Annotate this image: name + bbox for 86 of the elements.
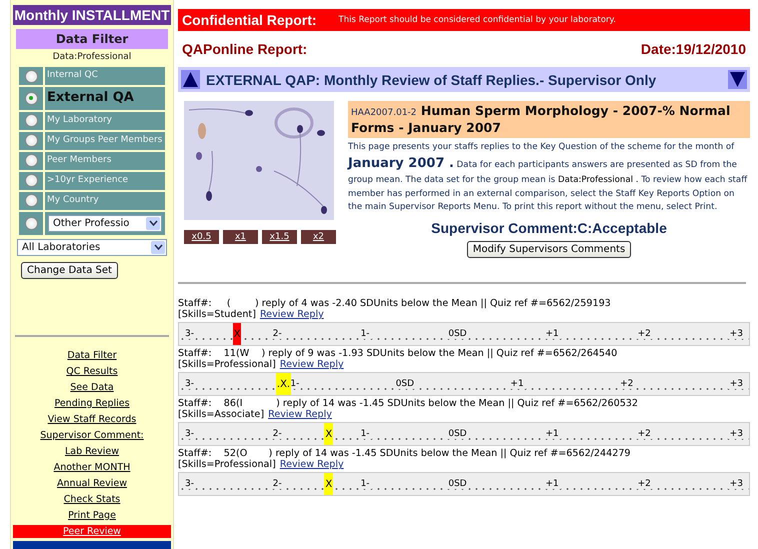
scale-tick: 0SD <box>446 329 469 340</box>
reply-marker: X <box>324 423 334 446</box>
supervisor-comment: Supervisor Comment:C:Acceptable <box>430 220 668 236</box>
skills-label: [Skills=Associate] <box>178 409 264 420</box>
radio-button[interactable] <box>24 134 38 148</box>
scale-tick: +1 <box>544 329 561 340</box>
zoom-button[interactable]: x0.5 <box>184 230 219 244</box>
radio-button[interactable] <box>24 92 38 105</box>
reply-summary: Staff#: 11(W ) reply of 9 was -1.93 SDUnits below the Mean || Quiz ref #=6562/264540 <box>178 348 618 360</box>
menu-link[interactable]: Check Stats <box>13 493 171 506</box>
modify-comments-button[interactable]: Modify Supervisors Comments <box>466 241 632 258</box>
banner-message: This Report should be considered confidential by your laboratory. <box>338 15 616 25</box>
test-heading: HAA2007.01-2 Human Sperm Morphology - 2007-% Normal Forms - January 2007 <box>348 101 750 138</box>
data-set-label: Data:Professional <box>52 52 132 62</box>
banner-title: Confidential Report: <box>182 12 317 28</box>
menu-link[interactable]: See Data <box>13 381 171 394</box>
section-title: EXTERNAL QAP: Monthly Review of Staff Replies.- Supervisor Only <box>206 72 658 88</box>
scale-tick: 1- <box>358 329 372 340</box>
reply-marker: .X. <box>276 373 292 396</box>
scale-tick: +2 <box>618 379 636 390</box>
menu-link[interactable]: View Staff Records <box>13 413 171 426</box>
caret-icon <box>146 216 160 230</box>
review-reply-link[interactable]: Review Reply <box>260 309 324 320</box>
reply-marker: X <box>232 323 242 346</box>
review-reply-link[interactable]: Review Reply <box>280 359 344 370</box>
scale-tick: 3- <box>183 429 196 440</box>
description: This page presents your staffs replies to the Key Question of the scheme for the month of January 2007 . Data for each participants answers are presented as SD from the group mean. The data set for the group mean is Data:Professional . To review how each staff member has performed in an external comparison, select the Staff Key Reports Option on the main Supervisor Reports Menu. To print this report without the menu, select Print. <box>348 140 748 214</box>
menu-link[interactable]: Data Filter <box>13 349 171 362</box>
scale-tick: +3 <box>728 329 745 340</box>
zoom-button[interactable]: x1 <box>223 230 258 244</box>
radio-button[interactable] <box>24 216 38 230</box>
review-reply-link[interactable]: Review Reply <box>280 459 344 470</box>
scale-tick: 1- <box>358 429 372 440</box>
filter-option-label[interactable]: External QA <box>45 87 165 110</box>
up-triangle-icon[interactable] <box>181 70 200 89</box>
caret-icon <box>151 240 165 254</box>
skills-label: [Skills=Student] <box>178 309 256 320</box>
scale-tick: 0SD <box>394 379 416 390</box>
zoom-button[interactable]: x2 <box>301 230 336 244</box>
report-date: Date:19/12/2010 <box>640 41 746 57</box>
scale-tick: +2 <box>636 329 653 340</box>
menu-link[interactable]: Lab Review <box>13 445 171 458</box>
scale-tick: 3- <box>183 379 196 390</box>
scale-tick: +1 <box>508 379 526 390</box>
reply-summary: Staff#: 86(I ) reply of 14 was -1.45 SDUnits below the Mean || Quiz ref #=6562/260532 <box>178 398 640 410</box>
zoom-button[interactable]: x1.5 <box>262 230 297 244</box>
menu-link[interactable]: Pending Replies <box>13 397 171 410</box>
scale-tick: 2- <box>270 429 284 440</box>
radio-button[interactable] <box>24 154 38 168</box>
reply-summary: Staff#: ( ) reply of 4 was -2.40 SDUnits below the Mean || Quiz ref #=6562/259193 <box>178 298 612 310</box>
scale-tick: +1 <box>544 429 561 440</box>
skills-label: [Skills=Professional] <box>178 359 276 370</box>
menu-link[interactable]: Another MONTH <box>13 461 171 474</box>
scale-tick: +1 <box>544 479 561 490</box>
scale-tick: +3 <box>728 429 745 440</box>
skills-label: [Skills=Professional] <box>178 459 276 470</box>
filter-title: Data Filter <box>16 29 168 49</box>
menu-link[interactable]: Annual Review <box>13 477 171 490</box>
radio-button[interactable] <box>24 70 38 82</box>
down-triangle-icon[interactable] <box>728 70 747 89</box>
radio-button[interactable] <box>24 174 38 188</box>
scale-tick: 1- <box>358 479 372 490</box>
reply-marker: X <box>324 473 334 496</box>
scale-tick: 2- <box>270 479 284 490</box>
radio-button[interactable] <box>24 114 38 128</box>
profession-select[interactable]: Other Professio <box>48 214 162 232</box>
scale-tick: +2 <box>636 479 653 490</box>
menu-title: Monthly INSTALLMENT <box>13 5 171 25</box>
radio-button[interactable] <box>24 194 38 208</box>
menu-link[interactable]: QC Results <box>13 365 171 378</box>
report-title: QAPonline Report: <box>182 41 308 57</box>
menu-link[interactable]: Supervisor Comment: <box>13 429 171 442</box>
scale-tick: 3- <box>183 329 196 340</box>
reply-summary: Staff#: 52(O ) reply of 14 was -1.45 SDUnits below the Mean || Quiz ref #=6562/244279 <box>178 448 632 460</box>
review-reply-link[interactable]: Review Reply <box>268 409 332 420</box>
menu-link[interactable]: Print Page <box>13 509 171 522</box>
menu-link[interactable]: Peer Review <box>13 525 171 538</box>
scale-tick: +3 <box>728 479 745 490</box>
scale-tick: 0SD <box>446 479 469 490</box>
scale-tick: 3- <box>183 479 196 490</box>
scale-tick: 0SD <box>446 429 469 440</box>
scale-tick: +2 <box>636 429 653 440</box>
scale-tick: +3 <box>728 379 745 390</box>
laboratory-select[interactable]: All Laboratories <box>17 238 167 256</box>
change-data-set-button[interactable]: Change Data Set <box>21 262 118 279</box>
scale-tick: 2- <box>270 329 284 340</box>
